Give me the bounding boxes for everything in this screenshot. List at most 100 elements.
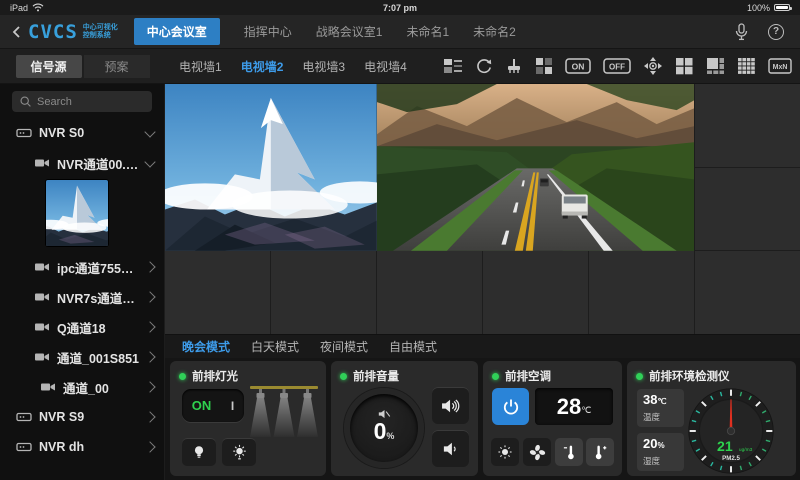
- wall-cell[interactable]: [589, 251, 694, 334]
- tab-command-center[interactable]: 指挥中心: [244, 23, 292, 40]
- chevron-right-icon: [144, 381, 155, 392]
- chevron-right-icon: [144, 321, 155, 332]
- search-input[interactable]: [37, 96, 145, 108]
- power-icon: [502, 398, 520, 416]
- ptz-dpad-icon[interactable]: [643, 56, 663, 76]
- wall-cell[interactable]: [165, 251, 270, 334]
- pm25-gauge: 21 ug/m3 PM2.5: [687, 387, 775, 475]
- tree-item-ipc-755001[interactable]: ipc通道755001: [0, 252, 164, 282]
- tree-item-channel-00[interactable]: 通道_00: [0, 372, 164, 402]
- mode-free[interactable]: 自由模式: [389, 338, 437, 355]
- volume-up-button[interactable]: [432, 387, 469, 424]
- on-button-icon[interactable]: ON: [565, 57, 591, 75]
- tree-item-nvr7s-001[interactable]: NVR7s通道_001: [0, 282, 164, 312]
- ac-power-button[interactable]: [492, 388, 529, 425]
- env-temp-value: 38: [643, 392, 657, 407]
- tab-strategy-room-1[interactable]: 战略会议室1: [316, 23, 383, 40]
- ac-temp-down-button[interactable]: [555, 438, 583, 466]
- wall-feed-mountain[interactable]: [165, 84, 377, 251]
- sun-icon: [497, 444, 513, 460]
- tab-tv-wall-4[interactable]: 电视墙4: [364, 58, 407, 75]
- pm25-label: PM2.5: [722, 455, 740, 462]
- thermometer-plus-icon: [593, 444, 608, 461]
- logo-subtitle: 中心可视化控制系统: [83, 24, 118, 40]
- back-icon[interactable]: [10, 25, 24, 39]
- tree-item-nvr-channel-2166[interactable]: NVR通道00...2166: [0, 148, 164, 178]
- mode-day[interactable]: 白天模式: [251, 338, 299, 355]
- camera-icon: [34, 156, 50, 170]
- chevron-right-icon: [144, 411, 155, 422]
- tree-item-nvr-dh[interactable]: NVR dh: [0, 432, 164, 462]
- volume-down-button[interactable]: [432, 430, 469, 467]
- env-temperature-box: 38℃ 温度: [637, 389, 684, 427]
- tab-unnamed-1[interactable]: 未命名1: [406, 23, 449, 40]
- search-box[interactable]: [12, 91, 152, 112]
- grid-2x2-icon[interactable]: [675, 57, 694, 75]
- wall-cell[interactable]: [271, 251, 376, 334]
- nvr-icon: [16, 440, 32, 454]
- layout-list-icon[interactable]: [443, 57, 463, 75]
- app-logo: CVCS 中心可视化控制系统: [28, 21, 118, 43]
- fan-icon: [529, 444, 546, 461]
- tab-unnamed-2[interactable]: 未命名2: [473, 23, 516, 40]
- online-indicator: [636, 373, 643, 380]
- volume-knob[interactable]: 0%: [344, 388, 424, 468]
- wall-cell[interactable]: [695, 251, 800, 334]
- help-icon[interactable]: ?: [768, 24, 784, 40]
- camera-icon: [34, 350, 50, 364]
- pm25-value: 21: [717, 438, 733, 454]
- microphone-icon[interactable]: [735, 23, 748, 41]
- mountain-thumbnail-image: [46, 180, 108, 246]
- tab-preset-plan[interactable]: 预案: [84, 55, 150, 78]
- wall-feed-road[interactable]: [377, 84, 695, 251]
- search-icon: [19, 95, 32, 108]
- light-on-button[interactable]: [222, 438, 256, 466]
- tree-item-channel-001s851[interactable]: 通道_001S851: [0, 342, 164, 372]
- room-tabs: 中心会议室 指挥中心 战略会议室1 未命名1 未命名2: [134, 18, 516, 45]
- env-humidity-label: 湿度: [643, 455, 684, 467]
- camera-icon: [34, 260, 50, 274]
- mode-party[interactable]: 晚会模式: [182, 338, 230, 355]
- ac-temp-up-button[interactable]: [586, 438, 614, 466]
- env-humidity-unit: %: [657, 441, 664, 450]
- volume-unit: %: [386, 431, 394, 441]
- window-layout-icon[interactable]: [535, 57, 553, 75]
- speaker-loud-icon: [441, 398, 460, 414]
- toolbar-row: 信号源 预案 电视墙1 电视墙2 电视墙3 电视墙4: [0, 49, 800, 84]
- wall-cell[interactable]: [377, 251, 482, 334]
- speaker-low-icon: [443, 441, 459, 457]
- panel-front-lights: 前排灯光 ON I: [170, 361, 326, 476]
- battery-icon: [774, 4, 790, 11]
- tab-tv-wall-3[interactable]: 电视墙3: [302, 58, 345, 75]
- grid-mxn-icon[interactable]: MxN: [768, 57, 792, 75]
- tree-item-q-channel-18[interactable]: Q通道18: [0, 312, 164, 342]
- clear-screen-icon[interactable]: [505, 57, 523, 75]
- tab-tv-wall-2[interactable]: 电视墙2: [241, 58, 284, 75]
- light-power-switch[interactable]: ON I: [182, 389, 244, 422]
- off-button-icon[interactable]: OFF: [603, 57, 631, 75]
- grid-pip-icon[interactable]: [706, 57, 725, 75]
- light-off-button[interactable]: [182, 438, 216, 466]
- chevron-right-icon: [144, 441, 155, 452]
- ac-temp-unit: ℃: [581, 405, 591, 416]
- mode-night[interactable]: 夜间模式: [320, 338, 368, 355]
- wall-cell[interactable]: [483, 251, 588, 334]
- ac-heat-mode-button[interactable]: [491, 438, 519, 466]
- wall-cell[interactable]: [695, 84, 800, 167]
- wall-toolbar: ON OFF: [443, 56, 792, 76]
- tree-item-nvr-s0[interactable]: NVR S0: [0, 118, 164, 148]
- panel-environment-monitor: 前排环境检测仪 38℃ 温度 20% 湿度: [627, 361, 796, 476]
- env-humidity-value: 20: [643, 436, 657, 451]
- tab-center-meeting-room[interactable]: 中心会议室: [134, 18, 220, 45]
- channel-thumbnail[interactable]: [46, 180, 108, 246]
- device-control-panels: 前排灯光 ON I: [165, 358, 800, 480]
- ac-fan-mode-button[interactable]: [523, 438, 551, 466]
- scene-mode-bar: 晚会模式 白天模式 夜间模式 自由模式: [165, 334, 800, 358]
- grid-4x4-icon[interactable]: [737, 57, 756, 75]
- tab-tv-wall-1[interactable]: 电视墙1: [179, 58, 222, 75]
- wall-cell[interactable]: [695, 168, 800, 251]
- env-temp-label: 温度: [643, 411, 684, 423]
- refresh-icon[interactable]: [475, 57, 493, 75]
- tab-signal-source[interactable]: 信号源: [16, 55, 82, 78]
- tree-item-nvr-s9[interactable]: NVR S9: [0, 402, 164, 432]
